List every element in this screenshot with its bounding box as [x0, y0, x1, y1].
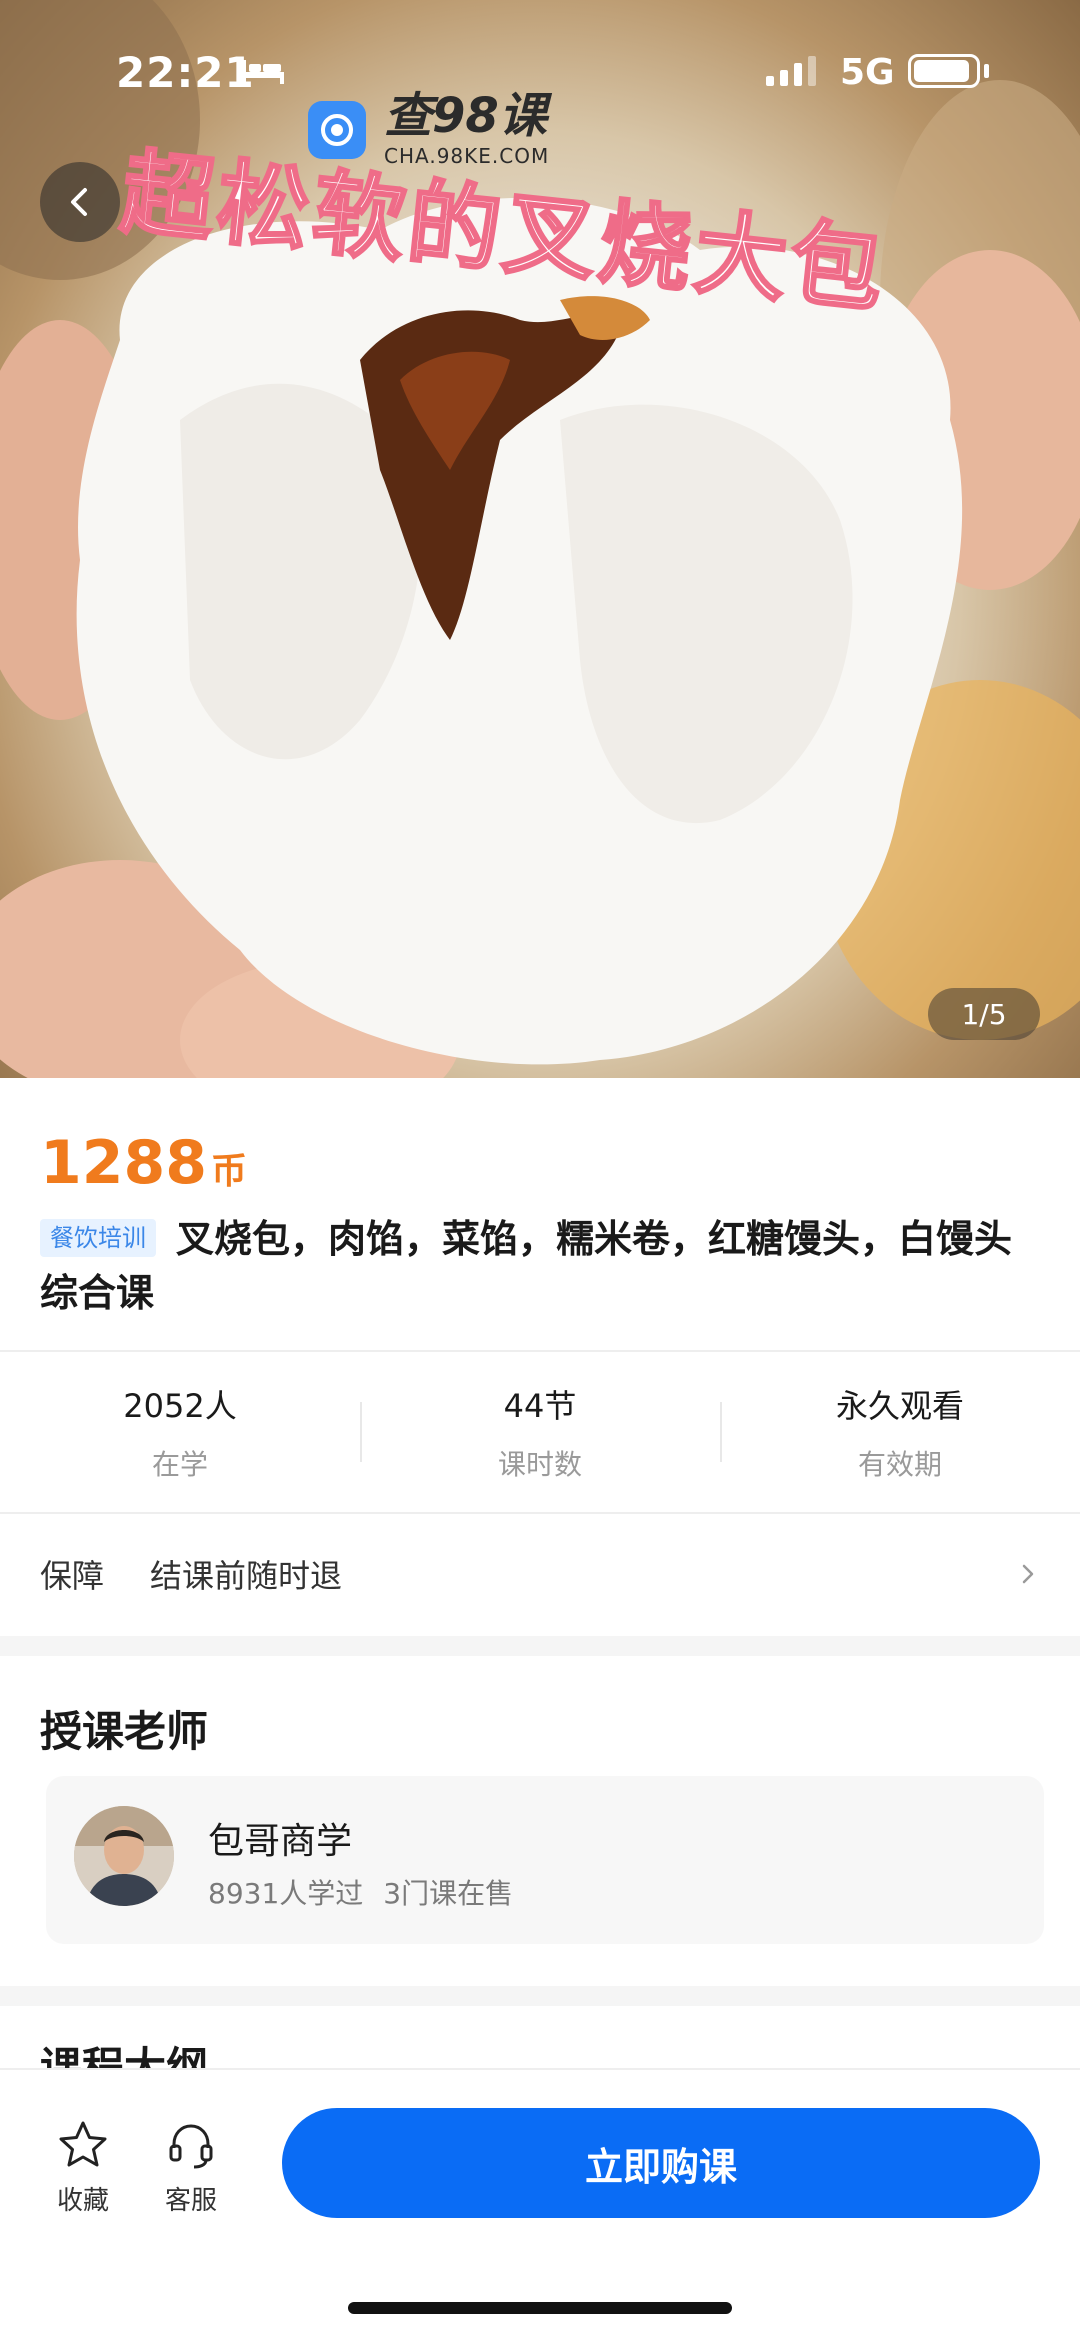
customer-service-button[interactable]: 客服 [146, 2118, 236, 2217]
star-icon [59, 2121, 107, 2167]
category-badge: 餐饮培训 [40, 1219, 156, 1257]
stat-students: 2052人 在学 [0, 1352, 360, 1512]
stat-value: 2052人 [123, 1387, 237, 1425]
section-separator [0, 1986, 1080, 2006]
course-price: 1288 币 [40, 1128, 247, 1198]
teacher-section-title: 授课老师 [40, 1707, 209, 1756]
course-title-text: 叉烧包，肉馅，菜馅，糯米卷，红糖馒头，白馒头综合课 [40, 1217, 1013, 1315]
hero-image-carousel[interactable]: 22:21 5G 查98课 CHA.98KE.COM 超松软的叉烧大包 1/5 [0, 0, 1080, 1078]
teacher-learners: 8931人学过 [208, 1877, 364, 1910]
course-title: 餐饮培训 叉烧包，肉馅，菜馅，糯米卷，红糖馒头，白馒头综合课 [40, 1212, 1040, 1320]
guarantee-text: 结课前随时退 [150, 1557, 343, 1595]
buy-now-button[interactable]: 立即购课 [282, 2108, 1040, 2218]
watermark-title: 查98课 [384, 88, 547, 144]
course-stats: 2052人 在学 44节 课时数 永久观看 有效期 [0, 1352, 1080, 1512]
teacher-meta: 8931人学过 3门课在售 [208, 1872, 513, 1912]
teacher-card[interactable]: 包哥商学 8931人学过 3门课在售 [46, 1776, 1044, 1944]
chevron-left-icon [71, 188, 87, 216]
stat-label: 有效期 [857, 1448, 942, 1481]
bottom-action-bar: 收藏 客服 立即购课 [0, 2068, 1080, 2340]
stat-value: 永久观看 [835, 1387, 964, 1425]
stat-validity: 永久观看 有效期 [720, 1352, 1080, 1512]
stat-value: 44节 [503, 1387, 577, 1425]
price-unit: 币 [211, 1151, 248, 1192]
teacher-name: 包哥商学 [208, 1821, 353, 1862]
home-indicator [348, 2302, 732, 2314]
headset-icon [169, 2124, 213, 2169]
stat-label: 课时数 [497, 1448, 582, 1481]
sleep-mode-icon [242, 60, 284, 84]
guarantee-row[interactable]: 保障 结课前随时退 [0, 1514, 1080, 1634]
section-separator [0, 1636, 1080, 1656]
cell-signal-icon [766, 56, 816, 86]
favorite-label: 收藏 [56, 2186, 109, 2216]
guarantee-label: 保障 [40, 1557, 105, 1595]
network-type: 5G [840, 52, 895, 93]
back-button[interactable] [40, 162, 120, 242]
stat-lessons: 44节 课时数 [360, 1352, 720, 1512]
battery-cap [984, 64, 989, 78]
teacher-avatar [74, 1806, 174, 1906]
price-amount: 1288 [40, 1128, 207, 1198]
service-label: 客服 [164, 2186, 217, 2216]
status-time: 22:21 [116, 48, 255, 97]
stat-label: 在学 [151, 1448, 208, 1481]
outline-section-title: 课程大纲 [40, 2044, 208, 2068]
favorite-button[interactable]: 收藏 [38, 2118, 128, 2217]
battery-icon [908, 54, 980, 88]
image-page-counter: 1/5 [928, 988, 1040, 1040]
teacher-courses: 3门课在售 [383, 1877, 514, 1910]
chevron-right-icon [1022, 1564, 1034, 1584]
